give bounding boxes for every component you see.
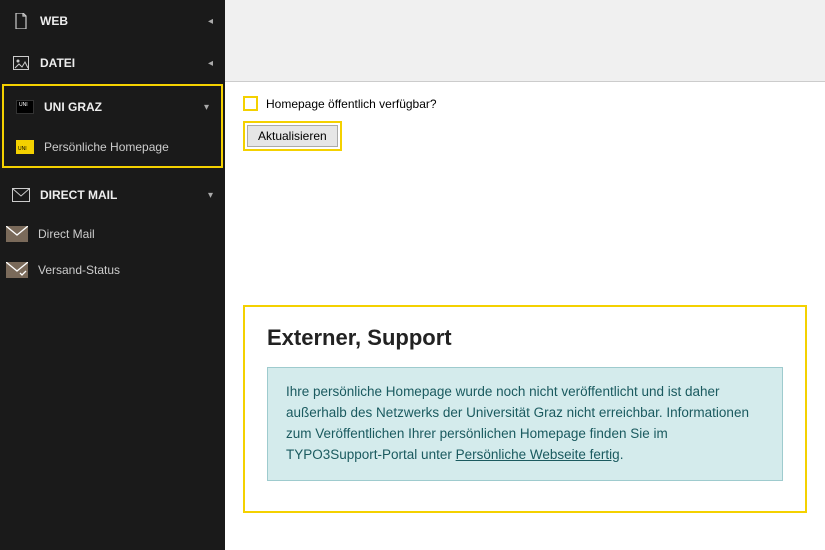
page-icon: [12, 12, 30, 30]
chevron-down-icon: ▾: [208, 190, 213, 201]
content-area: Homepage öffentlich verfügbar? Aktualisi…: [225, 82, 825, 165]
sidebar-label-versand-status: Versand-Status: [38, 263, 120, 277]
support-title: Externer, Support: [267, 325, 783, 351]
button-highlight: Aktualisieren: [243, 121, 342, 151]
mail-brown-icon: [6, 226, 28, 242]
sidebar-item-datei[interactable]: DATEI ◂: [0, 42, 225, 84]
sidebar-label-unigraz: UNI GRAZ: [44, 100, 102, 114]
sidebar-item-versand-status[interactable]: Versand-Status: [0, 252, 225, 288]
sidebar-label-datei: DATEI: [40, 56, 75, 70]
image-icon: [12, 54, 30, 72]
sidebar-label-direct-mail: Direct Mail: [38, 227, 95, 241]
checkbox-public[interactable]: [243, 96, 258, 111]
sidebar-label-direct-mail-header: DIRECT MAIL: [40, 188, 117, 202]
checkbox-row: Homepage öffentlich verfügbar?: [243, 96, 807, 111]
main-area: Homepage öffentlich verfügbar? Aktualisi…: [225, 0, 825, 550]
sidebar: WEB ◂ DATEI ◂ UNI GRAZ ▾ Persönliche Hom…: [0, 0, 225, 550]
info-link[interactable]: Persönliche Webseite fertig: [456, 447, 620, 462]
mail-check-icon: [6, 262, 28, 278]
uni-yellow-icon: [16, 138, 34, 156]
topbar: [225, 0, 825, 82]
sidebar-item-direct-mail[interactable]: Direct Mail: [0, 216, 225, 252]
chevron-left-icon: ◂: [208, 58, 213, 69]
chevron-left-icon: ◂: [208, 16, 213, 27]
info-text-2: .: [620, 447, 624, 462]
sidebar-item-direct-mail-header[interactable]: DIRECT MAIL ▾: [0, 174, 225, 216]
sidebar-item-unigraz[interactable]: UNI GRAZ ▾: [4, 86, 221, 128]
update-button[interactable]: Aktualisieren: [247, 125, 338, 147]
uni-icon: [16, 98, 34, 116]
sidebar-label-personal-hp: Persönliche Homepage: [44, 140, 169, 154]
sidebar-highlight-box: UNI GRAZ ▾ Persönliche Homepage: [2, 84, 223, 168]
mail-icon: [12, 186, 30, 204]
support-box: Externer, Support Ihre persönliche Homep…: [243, 305, 807, 513]
info-box: Ihre persönliche Homepage wurde noch nic…: [267, 367, 783, 481]
chevron-down-icon: ▾: [204, 102, 209, 113]
sidebar-label-web: WEB: [40, 14, 68, 28]
checkbox-label: Homepage öffentlich verfügbar?: [266, 97, 437, 111]
sidebar-item-web[interactable]: WEB ◂: [0, 0, 225, 42]
sidebar-item-personal-homepage[interactable]: Persönliche Homepage: [4, 128, 221, 166]
